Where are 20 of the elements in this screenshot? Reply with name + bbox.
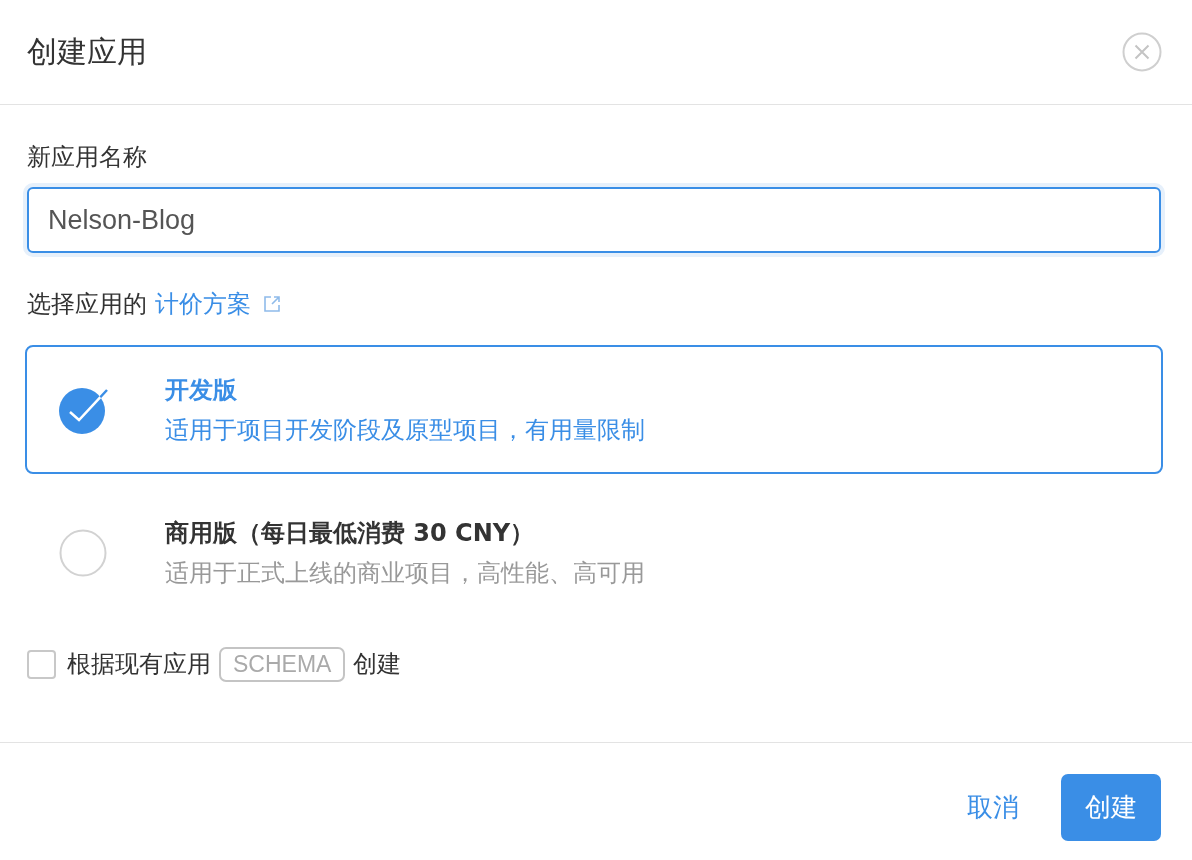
checkbox[interactable] bbox=[27, 649, 56, 679]
checkbox-label: 根据现有应用 bbox=[67, 649, 211, 680]
plan-description: 适用于项目开发阶段及原型项目，有用量限制 bbox=[165, 414, 645, 446]
pricing-label: 选择应用的 bbox=[27, 289, 147, 320]
dialog-title: 创建应用 bbox=[27, 33, 147, 71]
plan-title: 开发版 bbox=[165, 374, 238, 406]
app-name-input[interactable]: Nelson-Blog bbox=[27, 187, 1161, 253]
cancel-button[interactable]: 取消 bbox=[955, 774, 1031, 841]
field-label: 新应用名称 bbox=[27, 142, 148, 173]
pricing-link[interactable]: 计价方案 bbox=[155, 287, 251, 321]
plan-title: 商用版（每日最低消费 30 CNY） bbox=[165, 517, 536, 549]
close-button[interactable] bbox=[1122, 32, 1162, 72]
plan-option[interactable]: 商用版（每日最低消费 30 CNY） 适用于正式上线的商业项目，高性能、高可用 bbox=[25, 488, 1163, 617]
plan-description: 适用于正式上线的商业项目，高性能、高可用 bbox=[165, 557, 645, 589]
plan-option[interactable]: 开发版 适用于项目开发阶段及原型项目，有用量限制 bbox=[25, 345, 1163, 474]
schema-tag: SCHEMA bbox=[219, 646, 346, 682]
checkbox-label: 创建 bbox=[353, 649, 402, 680]
external-link-icon bbox=[263, 295, 281, 313]
create-button[interactable]: 创建 bbox=[1061, 774, 1161, 841]
close-icon bbox=[1122, 32, 1162, 72]
